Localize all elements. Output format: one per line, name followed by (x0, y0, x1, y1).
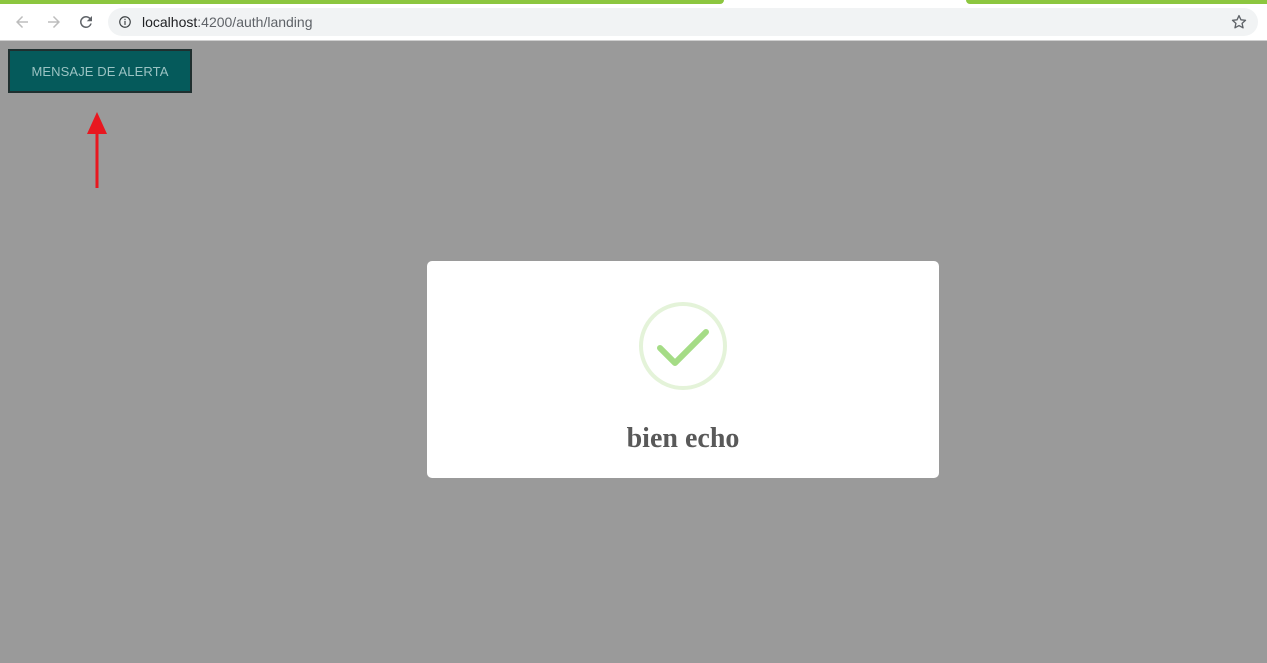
url-path: :4200/auth/landing (197, 14, 313, 30)
dialog-title: bien echo (626, 423, 740, 454)
arrow-right-icon (48, 16, 60, 28)
loading-bar-segment (966, 0, 1267, 4)
star-icon[interactable] (1230, 13, 1248, 31)
annotation-arrow-icon (87, 112, 107, 188)
url-text[interactable]: localhost:4200/auth/landing (142, 14, 312, 30)
address-bar[interactable]: localhost:4200/auth/landing (108, 8, 1258, 36)
reload-button[interactable] (73, 9, 99, 35)
loading-bar (0, 0, 724, 4)
back-button[interactable] (9, 9, 35, 35)
info-icon[interactable] (118, 15, 132, 29)
arrow-left-icon (16, 16, 28, 28)
browser-toolbar: localhost:4200/auth/landing (0, 0, 1267, 41)
success-check-icon (639, 302, 727, 390)
forward-button[interactable] (41, 9, 67, 35)
url-host: localhost (142, 14, 198, 30)
alert-message-button[interactable]: MENSAJE DE ALERTA (8, 49, 192, 93)
reload-icon (79, 15, 92, 28)
alert-dialog: bien echo (427, 261, 939, 478)
